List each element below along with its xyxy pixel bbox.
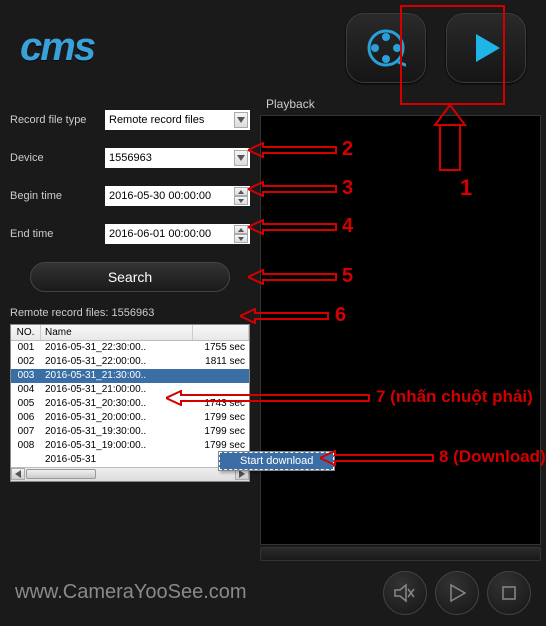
- app-logo: cms: [20, 25, 326, 70]
- film-reel-icon: [366, 28, 406, 68]
- playback-timeline[interactable]: [260, 547, 541, 561]
- playback-header: Playback: [260, 95, 546, 113]
- context-menu[interactable]: Start download: [218, 451, 335, 471]
- record-files-list[interactable]: NO. Name 0012016-05-31_22:30:00..1755 se…: [10, 324, 250, 482]
- mute-button[interactable]: [383, 571, 427, 615]
- horizontal-scrollbar[interactable]: [11, 467, 249, 481]
- start-download-menu-item[interactable]: Start download: [219, 452, 334, 470]
- dropdown-icon[interactable]: [234, 112, 248, 128]
- play-button[interactable]: [435, 571, 479, 615]
- begin-time-label: Begin time: [10, 190, 105, 202]
- table-row[interactable]: 0022016-05-31_22:00:00..1811 sec: [11, 355, 249, 369]
- search-button[interactable]: Search: [30, 262, 230, 292]
- table-row[interactable]: 0012016-05-31_22:30:00..1755 sec: [11, 341, 249, 355]
- play-small-icon: [448, 584, 466, 602]
- table-row[interactable]: 0062016-05-31_20:00:00..1799 sec: [11, 411, 249, 425]
- mute-icon: [394, 582, 416, 604]
- table-row[interactable]: 0072016-05-31_19:30:00..1799 sec: [11, 425, 249, 439]
- table-row[interactable]: 0082016-05-31_19:00:00..1799 sec: [11, 439, 249, 453]
- table-row[interactable]: 0032016-05-31_21:30:00..: [11, 369, 249, 383]
- record-file-type-select[interactable]: Remote record files: [105, 110, 250, 130]
- playback-mode-button[interactable]: [446, 13, 526, 83]
- dropdown-icon[interactable]: [234, 150, 248, 166]
- record-mode-button[interactable]: [346, 13, 426, 83]
- scrollbar-thumb[interactable]: [26, 469, 96, 479]
- list-header: NO. Name: [11, 325, 249, 341]
- end-time-input[interactable]: 2016-06-01 00:00:00: [105, 224, 250, 244]
- scroll-left-icon[interactable]: [11, 468, 25, 480]
- table-row[interactable]: 0052016-05-31_20:30:00..1743 sec: [11, 397, 249, 411]
- device-select[interactable]: 1556963: [105, 148, 250, 168]
- watermark-text: www.CameraYooSee.com: [15, 581, 375, 604]
- device-label: Device: [10, 152, 105, 164]
- table-row[interactable]: 0042016-05-31_21:00:00..: [11, 383, 249, 397]
- end-time-label: End time: [10, 228, 105, 240]
- stop-button[interactable]: [487, 571, 531, 615]
- table-row[interactable]: 2016-05-31: [11, 453, 249, 467]
- begin-time-input[interactable]: 2016-05-30 00:00:00: [105, 186, 250, 206]
- remote-files-label: Remote record files: 1556963: [10, 307, 250, 319]
- stop-icon: [501, 585, 517, 601]
- record-file-type-label: Record file type: [10, 114, 105, 126]
- time-spinner[interactable]: [234, 225, 248, 243]
- play-icon: [470, 32, 502, 64]
- time-spinner[interactable]: [234, 187, 248, 205]
- video-viewport[interactable]: [260, 115, 541, 545]
